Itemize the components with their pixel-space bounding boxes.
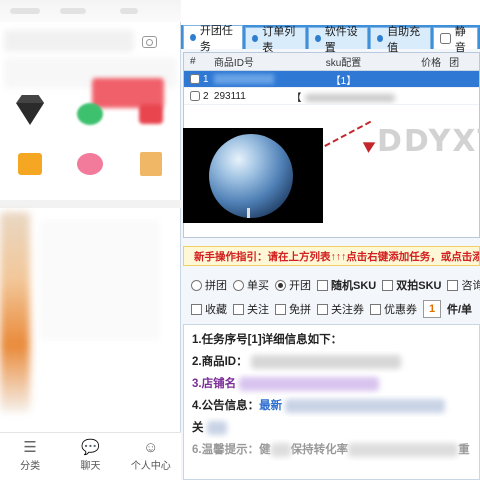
tab-dot-icon [252,35,259,42]
mute-toggle[interactable]: 静音 [432,26,478,54]
row-sku: 【1】 [330,75,357,87]
earth-image [183,128,323,223]
row-checkbox[interactable] [190,74,200,84]
bottom-nav: ☰ 分类 💬 聊天 ☺ 个人中心 [0,432,181,480]
briefcase-icon[interactable] [14,148,46,180]
tab-chat[interactable]: 💬 聊天 [68,439,112,480]
blurred-text [348,442,459,457]
diamond-icon[interactable] [14,98,46,130]
options-row-2: 收藏 关注 免拼 关注券 优惠券 1 件/单 [183,298,480,320]
detail-line-5: 关 [192,417,471,439]
divider [0,200,181,208]
mobile-app-panel: ☰ 分类 💬 聊天 ☺ 个人中心 [0,0,181,480]
document-icon[interactable] [135,148,167,180]
blurred-shop-name [239,376,380,391]
checkbox-free-group[interactable]: 免拼 [275,301,311,317]
guide-banner: 新手操作指引：请在上方列表↑↑↑点击右键添加任务，或点击添加任 [183,246,480,266]
checkbox-consult[interactable]: 咨询 [447,277,480,293]
status-bar [0,0,181,22]
globe-graphic [209,134,293,218]
red-icon[interactable] [135,98,167,130]
checkbox-follow-coupon[interactable]: 关注券 [317,301,364,317]
tab-software-settings[interactable]: 软件设置 [307,26,369,54]
blurred-text [206,420,227,435]
tab-order-list[interactable]: 订单列表 [245,26,306,54]
radio-single-buy[interactable]: 单买 [233,277,269,293]
blurred-sku [305,93,396,102]
row-checkbox[interactable] [190,91,200,101]
checkbox-favorite[interactable]: 收藏 [191,301,227,317]
radio-pintuan[interactable]: 拼团 [191,277,227,293]
icon-row-2 [0,148,181,180]
detail-line-1: 1.任务序号[1]详细信息如下： [192,334,343,346]
radio-open-group[interactable]: 开团 [275,277,311,293]
chat-icon: 💬 [81,439,100,456]
table-header: # 商品ID号 sku配置 价格 团 [184,53,479,71]
blurred-text [270,442,291,457]
row-sku: 【 [274,89,414,104]
task-detail-panel: 1.任务序号[1]详细信息如下： 2.商品ID： 3.店铺名 4.公告信息：最新… [183,324,480,480]
grid-icon: ☰ [23,439,37,456]
product-image[interactable] [0,212,30,412]
screen: ☰ 分类 💬 聊天 ☺ 个人中心 开团任务 订单列表 软件设置 自助充值 静音 … [0,0,480,480]
checkbox-coupon[interactable]: 优惠券 [370,301,417,317]
checkbox-double-sku[interactable]: 双拍SKU [382,277,441,293]
checkbox-follow[interactable]: 关注 [233,301,269,317]
announcement-link[interactable]: 最新 [259,400,282,412]
task-tool-window: 开团任务 订单列表 软件设置 自助充值 静音 # 商品ID号 sku配置 价格 … [181,0,480,480]
search-bar[interactable] [4,30,134,52]
tab-dot-icon [377,35,384,42]
quantity-input[interactable]: 1 [423,300,441,318]
tab-profile[interactable]: ☺ 个人中心 [129,439,173,480]
detail-line-2: 2.商品ID： [192,351,471,373]
piggy-bank-icon[interactable] [74,148,106,180]
table-row[interactable]: 2 293111 【 [184,88,479,105]
blurred-product-id [250,354,401,369]
mute-checkbox[interactable] [439,33,451,44]
tab-bar: 开团任务 订单列表 软件设置 自助充值 静音 [181,25,480,54]
quantity-suffix: 件/单 [447,304,473,316]
tab-dot-icon [314,35,321,42]
tab-category[interactable]: ☰ 分类 [8,439,52,480]
tab-dot-icon [190,34,196,41]
row-id: 293111 [213,90,246,102]
watermark: DDYXT [377,124,480,159]
green-icon[interactable] [74,98,106,130]
detail-line-4: 4.公告信息：最新 [192,395,471,417]
person-icon: ☺ [143,439,159,456]
checkbox-random-sku[interactable]: 随机SKU [317,277,376,293]
blurred-announcement [285,398,446,413]
row-id [213,74,274,84]
tab-recharge[interactable]: 自助充值 [370,26,431,54]
options-row-1: 拼团 单买 开团 随机SKU 双拍SKU 咨询 [183,274,480,296]
tab-group-task[interactable]: 开团任务 [183,25,244,53]
detail-line-6: 6.温馨提示：健保持转化率重！ [192,442,471,457]
camera-icon[interactable] [142,36,157,48]
person-silhouette [247,208,250,218]
table-row[interactable]: 1 【1】 [184,71,479,88]
product-text [40,220,160,340]
icon-row-1 [0,98,181,130]
detail-line-3: 3.店铺名 [192,373,471,395]
